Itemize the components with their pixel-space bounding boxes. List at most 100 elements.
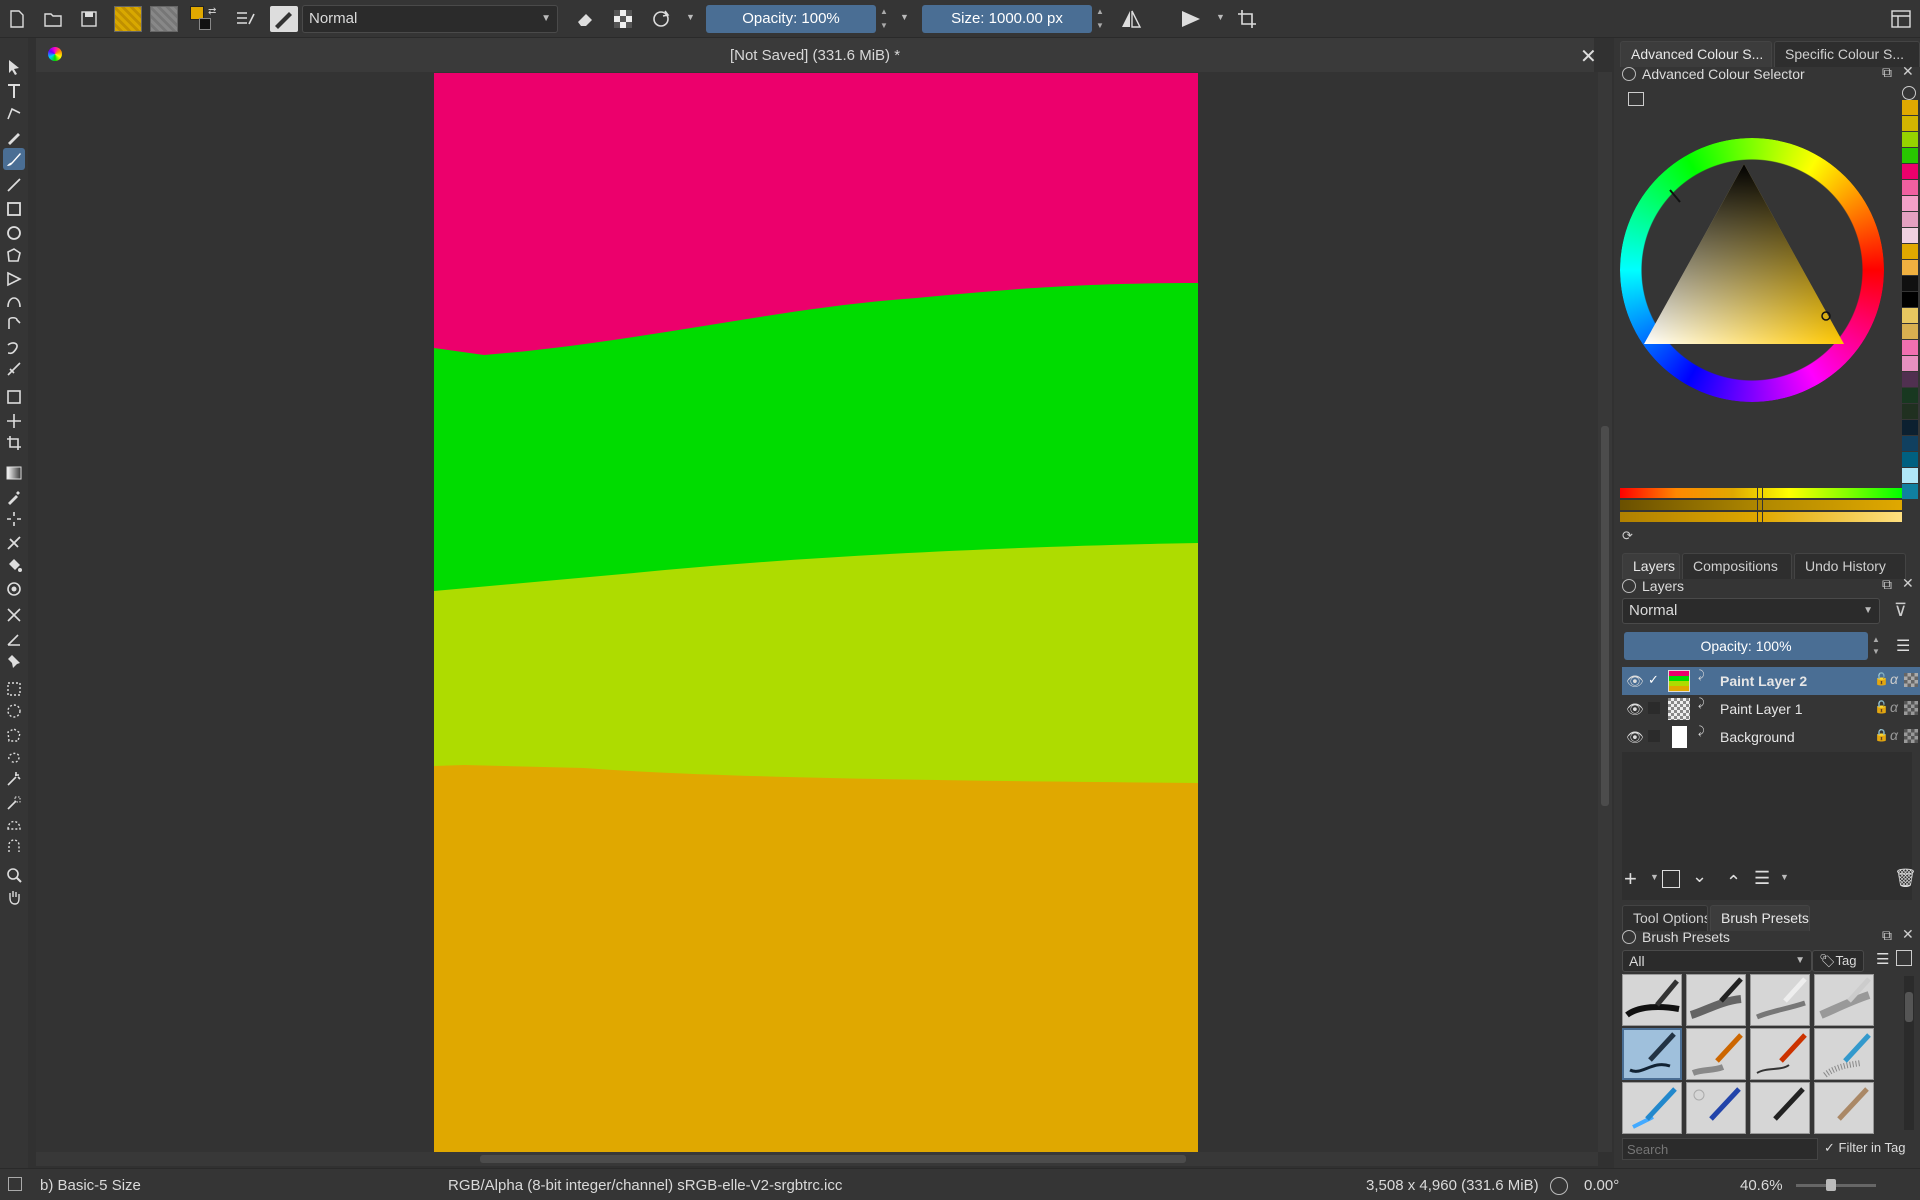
- float-panel-icon[interactable]: ⧉: [1882, 64, 1892, 82]
- similar-color-selection-icon[interactable]: [3, 792, 25, 814]
- pattern-preset-swatch[interactable]: [150, 6, 178, 32]
- close-panel-icon[interactable]: ✕: [1902, 63, 1914, 81]
- mirror-vertical-icon[interactable]: [1178, 6, 1204, 32]
- gradient-preset-swatch[interactable]: [114, 6, 142, 32]
- zoom-slider[interactable]: [1796, 1179, 1876, 1191]
- unlock-icon[interactable]: 🔓: [1874, 672, 1889, 686]
- inherit-alpha-icon[interactable]: [1904, 673, 1918, 687]
- rotation-dial-icon[interactable]: [1550, 1177, 1568, 1195]
- chevron-down-icon[interactable]: ▼: [686, 12, 695, 22]
- brush-preset[interactable]: [1686, 974, 1746, 1026]
- refresh-icon[interactable]: ⟳: [1622, 528, 1633, 544]
- layer-blend-select[interactable]: Normal ▼: [1622, 598, 1880, 624]
- elliptical-selection-icon[interactable]: [3, 700, 25, 722]
- palette-swatch[interactable]: [1902, 228, 1918, 243]
- palette-swatch[interactable]: [1902, 132, 1918, 147]
- tab-compositions[interactable]: Compositions: [1682, 553, 1792, 579]
- lock-icon[interactable]: [1622, 930, 1636, 944]
- palette-swatch[interactable]: [1902, 148, 1918, 163]
- palette-swatch[interactable]: [1902, 100, 1918, 115]
- rectangular-selection-icon[interactable]: [3, 678, 25, 700]
- fill-tool-icon[interactable]: [3, 554, 25, 576]
- bezier-curve-tool-icon[interactable]: [3, 290, 25, 312]
- palette-swatch[interactable]: [1902, 244, 1918, 259]
- brush-search-input[interactable]: [1622, 1138, 1818, 1160]
- layer-checkbox[interactable]: [1648, 730, 1660, 742]
- reference-pin-icon[interactable]: [3, 650, 25, 672]
- palette-swatch[interactable]: [1902, 196, 1918, 211]
- freehand-brush-tool-icon[interactable]: [3, 148, 25, 170]
- move-layer-up-icon[interactable]: ⌃: [1726, 872, 1741, 893]
- visibility-eye-icon[interactable]: 👁: [1626, 729, 1644, 746]
- polygonal-selection-icon[interactable]: [3, 724, 25, 746]
- zoom-slider-handle[interactable]: [1826, 1179, 1836, 1191]
- layer-name[interactable]: Paint Layer 2: [1720, 673, 1807, 689]
- import-resource-icon[interactable]: [1896, 950, 1912, 966]
- size-slider[interactable]: Size: 1000.00 px: [922, 5, 1092, 33]
- brush-preset[interactable]: [1622, 974, 1682, 1026]
- canvas-image[interactable]: [434, 73, 1198, 1152]
- brush-preset[interactable]: [1750, 974, 1810, 1026]
- measure-tool-icon[interactable]: [3, 604, 25, 626]
- fg-bg-color-selector[interactable]: ⇄: [190, 6, 218, 34]
- ellipse-tool-icon[interactable]: [3, 222, 25, 244]
- palette-swatch[interactable]: [1902, 324, 1918, 339]
- opacity-spinner[interactable]: ▲ ▼: [878, 5, 890, 33]
- presets-scrollbar[interactable]: [1904, 976, 1914, 1130]
- brush-preset[interactable]: [1750, 1028, 1810, 1080]
- inherit-alpha-icon[interactable]: [1904, 729, 1918, 743]
- calligraphy-tool-icon[interactable]: [3, 126, 25, 148]
- chevron-down-icon[interactable]: ▼: [1650, 872, 1659, 882]
- palette-swatch[interactable]: [1902, 212, 1918, 227]
- layer-name[interactable]: Paint Layer 1: [1720, 701, 1803, 717]
- visibility-eye-icon[interactable]: 👁: [1626, 701, 1644, 718]
- palette-swatch[interactable]: [1902, 308, 1918, 323]
- clear-palette-icon[interactable]: [1902, 86, 1916, 100]
- palette-swatch[interactable]: [1902, 356, 1918, 371]
- layer-opacity-slider[interactable]: Opacity: 100%: [1624, 632, 1868, 660]
- duplicate-layer-icon[interactable]: [1662, 870, 1680, 888]
- palette-swatch[interactable]: [1902, 276, 1918, 291]
- palette-swatch[interactable]: [1902, 116, 1918, 131]
- edit-shapes-tool-icon[interactable]: [3, 102, 25, 124]
- enclose-fill-tool-icon[interactable]: [3, 578, 25, 600]
- brush-preset-selected[interactable]: [1622, 1028, 1682, 1080]
- selection-indicator-icon[interactable]: [8, 1177, 22, 1191]
- assistant-tool-icon[interactable]: [3, 532, 25, 554]
- horizontal-scroll-thumb[interactable]: [480, 1155, 1186, 1163]
- color-wheel[interactable]: [1620, 138, 1884, 402]
- new-document-icon[interactable]: [4, 6, 30, 32]
- canvas-area[interactable]: [36, 72, 1598, 1152]
- selector-settings-icon[interactable]: [1628, 92, 1644, 106]
- lock-icon[interactable]: [1622, 579, 1636, 593]
- preserve-alpha-icon[interactable]: [610, 6, 636, 32]
- magic-wand-selection-icon[interactable]: [3, 768, 25, 790]
- multibrush-tool-icon[interactable]: [3, 358, 25, 380]
- magnetic-selection-icon[interactable]: [3, 836, 25, 858]
- zoom-value[interactable]: 40.6%: [1740, 1177, 1783, 1194]
- brush-preset[interactable]: [1750, 1082, 1810, 1134]
- select-shapes-tool-icon[interactable]: [3, 56, 25, 78]
- brush-preset[interactable]: [1686, 1028, 1746, 1080]
- add-layer-icon[interactable]: +: [1624, 866, 1637, 892]
- layer-row[interactable]: 👁 ⤸ Background 🔒 α: [1622, 723, 1920, 751]
- palette-swatch[interactable]: [1902, 452, 1918, 467]
- angle-tool-icon[interactable]: [3, 628, 25, 650]
- brush-preset[interactable]: [1814, 1082, 1874, 1134]
- brush-preset-icon[interactable]: [270, 6, 298, 32]
- palette-swatch[interactable]: [1902, 420, 1918, 435]
- pan-tool-icon[interactable]: [3, 886, 25, 908]
- brush-preset[interactable]: [1814, 974, 1874, 1026]
- close-document-icon[interactable]: ✕: [1580, 44, 1597, 69]
- rectangle-tool-icon[interactable]: [3, 198, 25, 220]
- swap-colors-icon[interactable]: ⇄: [208, 6, 216, 17]
- brush-preset[interactable]: [1686, 1082, 1746, 1134]
- layer-properties-icon[interactable]: ☰: [1754, 868, 1770, 889]
- chevron-down-icon[interactable]: ▼: [1780, 872, 1789, 882]
- text-tool-icon[interactable]: [3, 80, 25, 102]
- palette-swatch[interactable]: [1902, 404, 1918, 419]
- polyline-tool-icon[interactable]: [3, 268, 25, 290]
- brush-preset[interactable]: [1814, 1028, 1874, 1080]
- move-tool-icon[interactable]: [3, 410, 25, 432]
- workspace-icon[interactable]: [1888, 6, 1914, 32]
